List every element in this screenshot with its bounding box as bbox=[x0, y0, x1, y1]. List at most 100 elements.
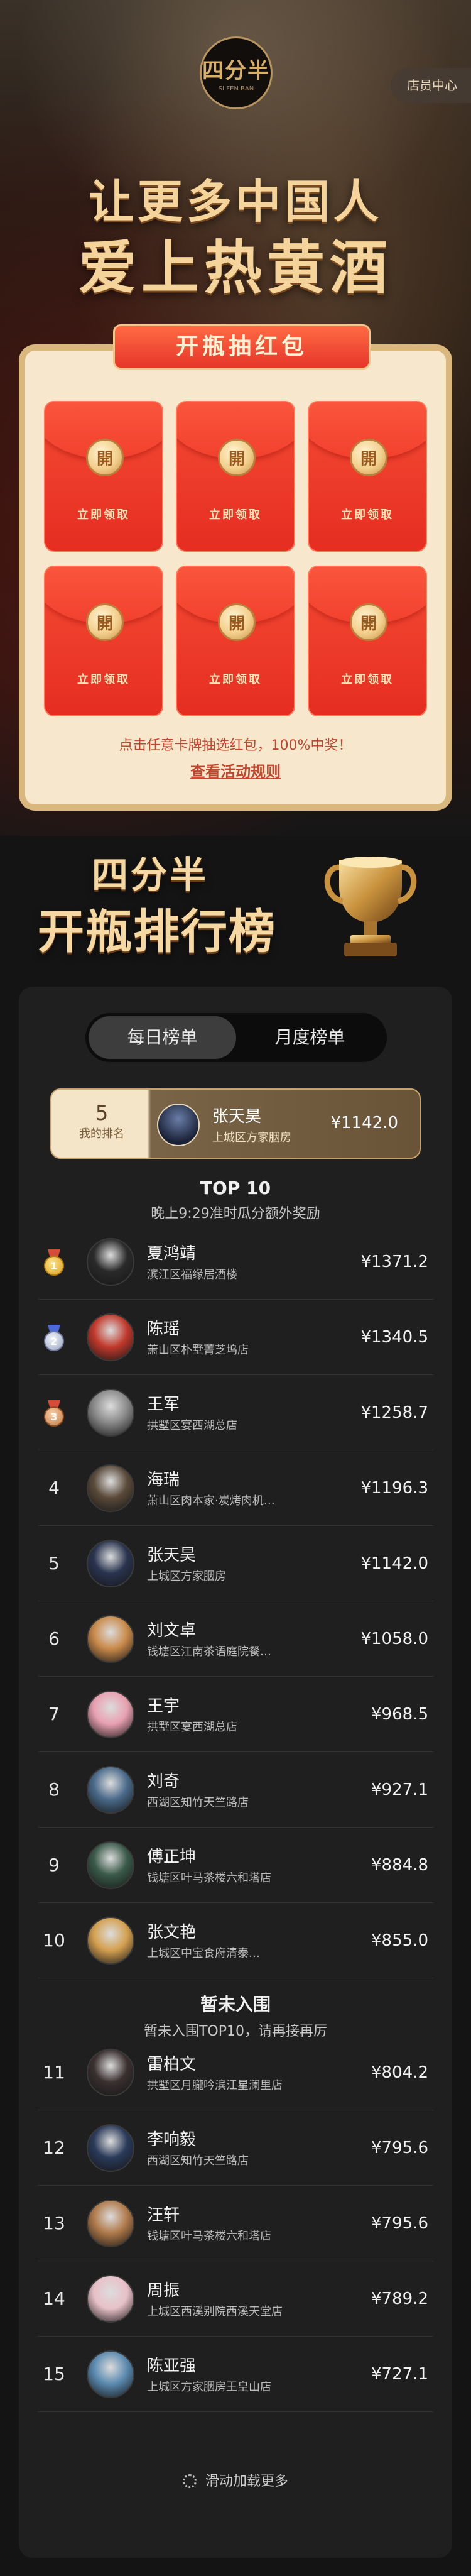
rank-number: 11 bbox=[43, 2062, 65, 2083]
brand-logo-sub: SI FEN BAN bbox=[218, 85, 254, 92]
rules-link[interactable]: 查看活动规则 bbox=[25, 759, 446, 781]
row-store: 钱塘区江南茶语庭院餐… bbox=[147, 1645, 271, 1658]
row-name: 陈瑶 bbox=[147, 1320, 180, 1339]
avatar bbox=[87, 2200, 134, 2247]
lottery-title: 开瓶抽红包 bbox=[113, 324, 371, 370]
leaderboard-row: 8 刘奇 西湖区知竹天竺路店 ¥927.1 bbox=[38, 1752, 433, 1828]
my-name: 张天昊 bbox=[212, 1107, 262, 1126]
open-coin-icon: 開 bbox=[86, 439, 124, 476]
medal-number: 3 bbox=[44, 1406, 64, 1427]
avatar bbox=[87, 2350, 134, 2398]
out-header: 暂未入围 暂未入围TOP10，请再接再厉 bbox=[19, 1991, 452, 2040]
my-store: 上城区方家胭房 bbox=[212, 1131, 291, 1144]
row-store: 钱塘区叶马茶楼六和塔店 bbox=[147, 2230, 271, 2243]
my-rank-number: 5 bbox=[95, 1101, 109, 1125]
red-packet-grid: 開 立即领取 開 立即领取 開 立即领取 開 立即领取 開 立即领取 開 立即领… bbox=[44, 401, 427, 716]
row-store: 拱墅区月朧吟滨江星澜里店 bbox=[147, 2079, 283, 2092]
medal-number: 1 bbox=[44, 1256, 64, 1276]
my-rank-card: 5 我的排名 张天昊 上城区方家胭房 ¥1142.0 bbox=[50, 1088, 421, 1159]
row-amount: ¥795.6 bbox=[371, 2214, 428, 2233]
top10-header: TOP 10 晚上9:29准时瓜分额外奖励 bbox=[19, 1178, 452, 1222]
leaderboard-row: 14 周振 上城区西溪别院西溪天堂店 ¥789.2 bbox=[38, 2261, 433, 2337]
row-store: 拱墅区宴西湖总店 bbox=[147, 1721, 237, 1734]
row-name: 刘文卓 bbox=[147, 1621, 197, 1640]
gold-medal-icon: 1 bbox=[43, 1249, 65, 1277]
avatar bbox=[87, 1766, 134, 1814]
leaderboard-row: 4 海瑞 萧山区肉本家·炭烤肉机… ¥1196.3 bbox=[38, 1450, 433, 1526]
rank-number: 12 bbox=[43, 2137, 65, 2158]
avatar bbox=[87, 2049, 134, 2096]
avatar bbox=[87, 2124, 134, 2172]
medal-number: 2 bbox=[44, 1331, 64, 1351]
leaderboard-row: 7 王宇 拱墅区宴西湖总店 ¥968.5 bbox=[38, 1677, 433, 1752]
spinner-icon bbox=[182, 2474, 197, 2488]
row-amount: ¥789.2 bbox=[371, 2289, 428, 2308]
leaderboard-row: 3 王军 拱墅区宴西湖总店 ¥1258.7 bbox=[38, 1375, 433, 1450]
row-amount: ¥727.1 bbox=[371, 2365, 428, 2384]
rank-number: 4 bbox=[48, 1477, 60, 1498]
leaderboard-row: 2 陈瑶 萧山区朴墅菁芝坞店 ¥1340.5 bbox=[38, 1300, 433, 1375]
leaderboard-row: 5 张天昊 上城区方家胭房 ¥1142.0 bbox=[38, 1526, 433, 1601]
open-coin-icon: 開 bbox=[350, 439, 387, 476]
avatar bbox=[157, 1104, 200, 1146]
open-coin-icon: 開 bbox=[218, 603, 256, 641]
rank-number: 14 bbox=[43, 2288, 65, 2309]
load-more[interactable]: 滑动加载更多 bbox=[19, 2470, 452, 2490]
rank-number: 9 bbox=[48, 1855, 60, 1875]
row-name: 陈亚强 bbox=[147, 2357, 197, 2376]
red-packet[interactable]: 開 立即领取 bbox=[308, 566, 427, 716]
trophy-icon bbox=[324, 857, 417, 956]
row-amount: ¥1371.2 bbox=[360, 1252, 428, 1271]
red-packet[interactable]: 開 立即领取 bbox=[176, 566, 295, 716]
my-amount: ¥1142.0 bbox=[330, 1114, 398, 1132]
row-store: 萧山区肉本家·炭烤肉机… bbox=[147, 1494, 275, 1508]
red-packet[interactable]: 開 立即领取 bbox=[308, 401, 427, 552]
leaderboard-row: 13 汪轩 钱塘区叶马茶楼六和塔店 ¥795.6 bbox=[38, 2186, 433, 2261]
load-more-label: 滑动加载更多 bbox=[205, 2474, 288, 2489]
row-amount: ¥884.8 bbox=[371, 1856, 428, 1875]
row-name: 李响毅 bbox=[147, 2130, 197, 2149]
claim-label: 立即领取 bbox=[341, 673, 394, 686]
row-store: 滨江区福缘居酒楼 bbox=[147, 1268, 237, 1281]
leaderboard-row: 6 刘文卓 钱塘区江南茶语庭院餐… ¥1058.0 bbox=[38, 1601, 433, 1677]
rank-number: 5 bbox=[48, 1553, 60, 1574]
tab-daily[interactable]: 每日榜单 bbox=[89, 1016, 236, 1059]
out-list: 11 雷柏文 拱墅区月朧吟滨江星澜里店 ¥804.2 12 李响毅 西湖区知竹天竺… bbox=[38, 2035, 433, 2412]
avatar bbox=[87, 1238, 134, 1286]
ranking-title: 开瓶排行榜 bbox=[38, 905, 276, 959]
row-name: 雷柏文 bbox=[147, 2055, 197, 2074]
row-name: 周振 bbox=[147, 2281, 180, 2300]
avatar bbox=[87, 1691, 134, 1738]
avatar bbox=[87, 1615, 134, 1663]
row-store: 西湖区知竹天竺路店 bbox=[147, 2154, 249, 2168]
row-name: 张天昊 bbox=[147, 1546, 197, 1565]
row-name: 张文艳 bbox=[147, 1923, 197, 1942]
ranking-title-block: 四分半 开瓶排行榜 bbox=[38, 845, 314, 962]
top10-title: TOP 10 bbox=[200, 1178, 271, 1198]
red-packet[interactable]: 開 立即领取 bbox=[44, 566, 163, 716]
row-name: 傅正坤 bbox=[147, 1848, 197, 1866]
ranking-brand: 四分半 bbox=[92, 853, 209, 896]
claim-label: 立即领取 bbox=[209, 673, 262, 686]
row-name: 刘奇 bbox=[147, 1772, 180, 1791]
lottery-card: 开瓶抽红包 開 立即领取 開 立即领取 開 立即领取 開 立即领取 開 立即领取… bbox=[19, 324, 452, 811]
tab-monthly[interactable]: 月度榜单 bbox=[236, 1016, 384, 1059]
red-packet[interactable]: 開 立即领取 bbox=[176, 401, 295, 552]
store-center-button[interactable]: 店员中心 bbox=[391, 68, 471, 103]
row-store: 西湖区知竹天竺路店 bbox=[147, 1796, 249, 1809]
red-packet[interactable]: 開 立即领取 bbox=[44, 401, 163, 552]
avatar bbox=[87, 2275, 134, 2323]
claim-label: 立即领取 bbox=[341, 508, 394, 522]
row-store: 上城区方家胭房 bbox=[147, 1570, 226, 1583]
leaderboard-tabs: 每日榜单 月度榜单 bbox=[85, 1013, 387, 1062]
open-coin-icon: 開 bbox=[86, 603, 124, 641]
row-name: 汪轩 bbox=[147, 2206, 180, 2225]
row-store: 上城区中宝食府清泰… bbox=[147, 1947, 260, 1960]
lottery-tip: 点击任意卡牌抽选红包，100%中奖！ bbox=[119, 738, 352, 754]
row-amount: ¥855.0 bbox=[371, 1931, 428, 1950]
rank-number: 15 bbox=[43, 2364, 65, 2384]
my-rank-box: 5 我的排名 bbox=[51, 1090, 152, 1158]
avatar bbox=[87, 1841, 134, 1889]
avatar bbox=[87, 1917, 134, 1965]
slogan-line-2: 爱上热黄酒 bbox=[78, 234, 392, 302]
